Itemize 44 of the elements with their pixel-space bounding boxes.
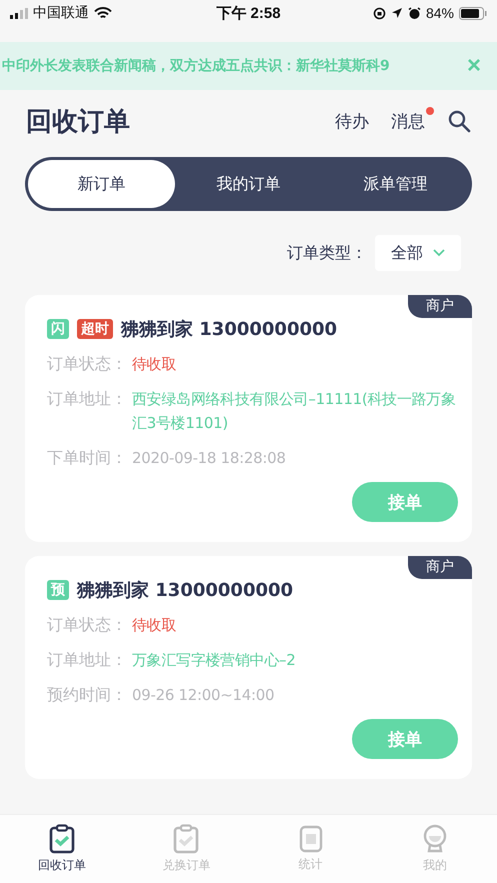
clipboard-check-icon xyxy=(173,824,200,854)
todo-link[interactable]: 待办 xyxy=(335,110,369,132)
field-label: 预约时间： xyxy=(47,684,128,706)
customer-name: 狒狒到家 13000000000 xyxy=(77,579,294,602)
battery-icon xyxy=(458,6,487,20)
merchant-tag: 商户 xyxy=(408,556,472,579)
clock-time: 下午 2:58 xyxy=(216,4,281,22)
order-type-dropdown[interactable]: 全部 xyxy=(375,235,461,271)
field-value: 09-26 12:00~14:00 xyxy=(132,685,276,706)
merchant-tag: 商户 xyxy=(408,295,472,318)
search-icon[interactable] xyxy=(447,109,471,133)
nav-item[interactable]: 回收订单 xyxy=(0,815,124,883)
page-title: 回收订单 xyxy=(26,106,130,138)
field-label: 订单地址： xyxy=(47,388,128,410)
carrier-name: 中国联通 xyxy=(33,4,89,22)
location-icon xyxy=(390,7,403,19)
order-tag: 预 xyxy=(47,580,69,600)
field-value: 2020-09-18 18:28:08 xyxy=(132,448,287,469)
messages-link[interactable]: 消息 xyxy=(391,110,425,132)
field-value: 西安绿岛网络科技有限公司–11111(科技一路万象汇3号楼1101) xyxy=(132,389,457,434)
tab[interactable]: 派单管理 xyxy=(322,160,469,208)
chevron-down-icon xyxy=(433,249,445,257)
rotation-lock-icon xyxy=(372,6,386,20)
person-icon xyxy=(422,824,448,854)
filter-label: 订单类型： xyxy=(287,242,367,264)
field-value: 待收取 xyxy=(132,354,178,375)
document-icon xyxy=(298,825,323,853)
field-value: 万象汇写字楼营销中心–2 xyxy=(132,650,296,671)
order-tag: 超时 xyxy=(77,319,113,339)
field-label: 订单状态： xyxy=(47,614,128,636)
news-ticker-text: 中印外长发表联合新闻稿，双方达成五点共识：新华社莫斯科9 xyxy=(2,57,390,75)
field-label: 下单时间： xyxy=(47,447,128,469)
field-label: 订单地址： xyxy=(47,649,128,671)
clipboard-check-icon xyxy=(49,824,76,854)
tab[interactable]: 新订单 xyxy=(28,160,175,208)
alarm-icon xyxy=(408,6,421,20)
field-value: 待收取 xyxy=(132,615,178,636)
order-tag: 闪 xyxy=(47,319,69,339)
battery-percent: 84% xyxy=(426,5,454,21)
tab[interactable]: 我的订单 xyxy=(175,160,322,208)
signal-icon xyxy=(10,8,28,18)
field-label: 订单状态： xyxy=(47,353,128,375)
customer-name: 狒狒到家 13000000000 xyxy=(121,318,338,341)
wifi-icon xyxy=(94,6,112,20)
